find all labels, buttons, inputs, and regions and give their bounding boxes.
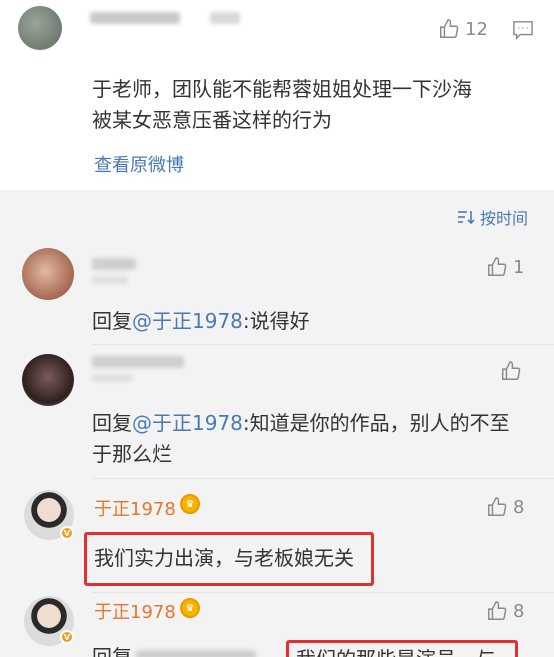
username-blurred[interactable] [92,356,184,368]
reply-body: :说得好 [242,309,310,333]
mention-link[interactable]: @于正1978 [132,309,243,333]
reply-text: 我们的那些是演员，与 [296,644,496,657]
reply-prefix: 回复 [92,411,132,435]
username-blurred[interactable] [92,258,136,270]
like-count: 8 [513,496,525,518]
divider [92,478,554,479]
reply-text: 我们实力出演，与老板娘无关 [94,546,354,570]
like-button[interactable]: 8 [486,600,524,622]
sort-icon [457,211,475,225]
avatar[interactable] [22,248,74,300]
comment-text-line1: 于老师，团队能不能帮蓉姐姐处理一下沙海 [92,77,472,101]
like-button[interactable] [500,360,527,382]
username-blurred-extra [210,12,240,24]
reply-text: 回复@于正1978:知道是你的作品，别人的不至 于那么烂 [92,408,510,470]
comment-button[interactable] [512,20,534,44]
username-blurred[interactable] [90,12,180,24]
author-name[interactable]: 于正1978 [94,495,176,521]
reply-body: :知道是你的作品，别人的不至 [242,411,510,435]
like-count: 8 [513,600,525,622]
verified-v-icon: V [60,630,74,644]
divider [92,592,554,593]
username-blurred-extra [92,374,132,382]
thumbs-up-icon [488,601,507,620]
divider [92,344,554,345]
reply-text-line1: 回复@于正1978:知道是你的作品，别人的不至 [92,408,510,439]
view-original-link[interactable]: 查看原微博 [94,151,184,177]
mention-link[interactable]: @于正1978 [132,411,243,435]
like-count: 12 [465,18,488,40]
comment-text-line2: 被某女恶意压番这样的行为 [92,108,332,132]
reply-prefix: 回复 [92,645,132,657]
username-blurred-extra [92,276,128,284]
crown-badge-icon: ♛ [180,598,200,618]
reply-text-line2: 于那么烂 [92,442,172,466]
like-count: 1 [513,256,525,278]
sort-toggle[interactable]: 按时间 [457,205,528,229]
like-button[interactable]: 12 [438,18,488,40]
avatar[interactable] [22,354,74,406]
like-button[interactable]: 1 [486,256,524,278]
verified-v-icon: V [60,526,74,540]
thumbs-up-icon [440,19,459,38]
comment-icon [513,21,533,40]
sort-label: 按时间 [479,209,528,228]
avatar[interactable] [18,6,62,50]
reply-text: 回复@于正1978:说得好 [92,306,310,337]
author-name[interactable]: 于正1978 [94,598,176,624]
mention-blurred [136,650,256,657]
reply-prefix: 回复 [92,309,132,333]
crown-badge-icon: ♛ [180,494,200,514]
like-button[interactable]: 8 [486,496,524,518]
thumbs-up-icon [502,361,521,380]
thumbs-up-icon [488,497,507,516]
thumbs-up-icon [488,257,507,276]
comment-text: 于老师，团队能不能帮蓉姐姐处理一下沙海 被某女恶意压番这样的行为 [92,74,472,136]
